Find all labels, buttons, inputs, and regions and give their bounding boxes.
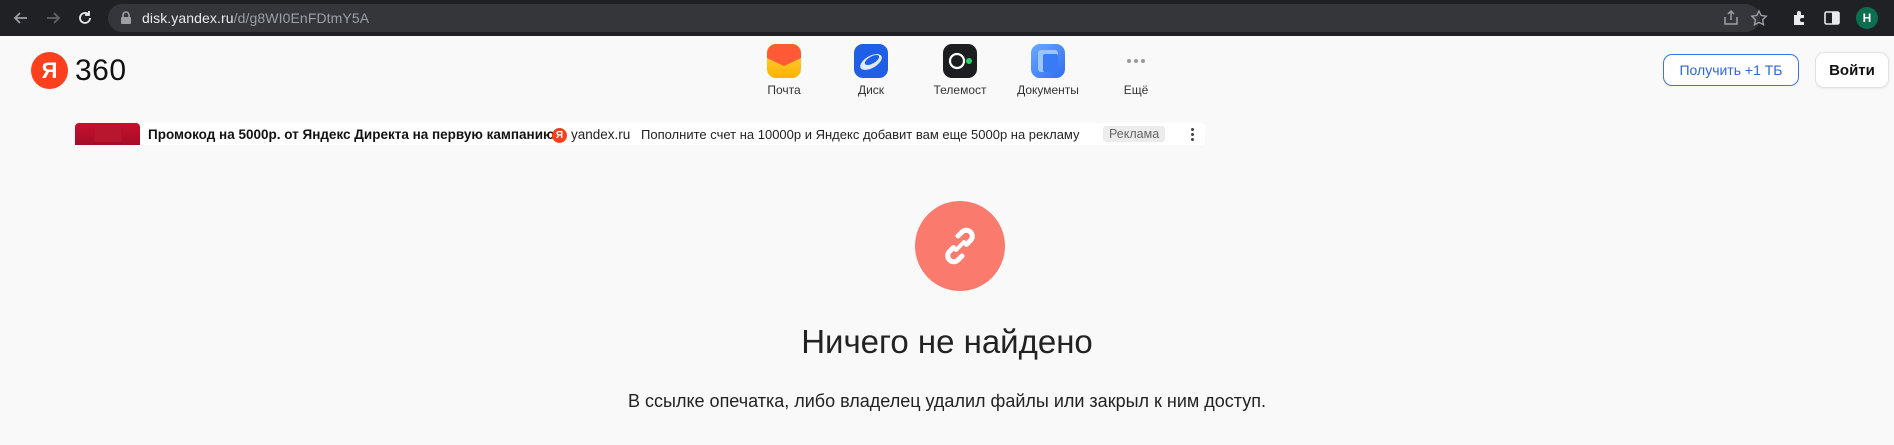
service-more-label: Ещё	[1123, 83, 1149, 97]
not-found-title: Ничего не найдено	[801, 323, 1093, 360]
broken-link-badge	[915, 201, 1005, 291]
reload-icon	[79, 11, 91, 24]
more-dots-icon	[1119, 44, 1153, 78]
share-icon[interactable]	[1722, 9, 1740, 27]
side-panel-icon[interactable]	[1822, 8, 1842, 28]
service-more[interactable]: Ещё	[1091, 44, 1181, 97]
get-plus-1tb-button[interactable]: Получить +1 ТБ	[1663, 54, 1799, 86]
login-button[interactable]: Войти	[1815, 52, 1889, 88]
ad-domain[interactable]: yandex.ru	[571, 127, 630, 142]
service-mail-label: Почта	[767, 83, 801, 97]
ad-thumbnail[interactable]	[75, 123, 140, 145]
back-button[interactable]	[10, 7, 32, 29]
telemost-icon	[943, 44, 977, 78]
bookmark-star-icon[interactable]	[1750, 9, 1768, 27]
service-disk-label: Диск	[857, 83, 885, 97]
ad-title[interactable]: Промокод на 5000р. от Яндекс Директа на …	[148, 127, 555, 142]
browser-toolbar: disk.yandex.ru/d/g8WI0EnFDtmY5A Н	[0, 0, 1894, 36]
url-text: disk.yandex.ru/d/g8WI0EnFDtmY5A	[142, 10, 370, 26]
mail-icon	[767, 44, 801, 78]
services-nav: Почта Диск Телемост Документы Ещё	[0, 44, 1894, 100]
address-bar[interactable]: disk.yandex.ru/d/g8WI0EnFDtmY5A	[108, 4, 1768, 32]
documents-icon	[1031, 44, 1065, 78]
service-documents[interactable]: Документы	[1003, 44, 1093, 97]
ad-banner[interactable]: Промокод на 5000р. от Яндекс Директа на …	[75, 123, 1205, 145]
broken-link-icon	[945, 227, 975, 265]
lock-icon	[121, 11, 131, 24]
arrow-right-icon	[47, 12, 61, 24]
arrow-left-icon	[13, 12, 27, 24]
reload-button[interactable]	[74, 7, 96, 29]
yandex-logo-icon: Я	[552, 128, 567, 143]
forward-button[interactable]	[42, 7, 64, 29]
disk-icon	[854, 44, 888, 78]
service-mail[interactable]: Почта	[739, 44, 829, 97]
ad-more-options-icon[interactable]	[1183, 125, 1201, 143]
profile-avatar[interactable]: Н	[1856, 7, 1878, 29]
ad-text[interactable]: Пополните счет на 10000р и Яндекс добави…	[641, 127, 1080, 142]
ad-label-badge: Реклама	[1103, 126, 1166, 142]
not-found-description: В ссылке опечатка, либо владелец удалил …	[628, 391, 1266, 411]
service-documents-label: Документы	[1017, 83, 1079, 97]
service-telemost-label: Телемост	[933, 83, 987, 97]
service-disk[interactable]: Диск	[826, 44, 916, 97]
extensions-puzzle-icon[interactable]	[1790, 8, 1810, 28]
service-telemost[interactable]: Телемост	[915, 44, 1005, 97]
